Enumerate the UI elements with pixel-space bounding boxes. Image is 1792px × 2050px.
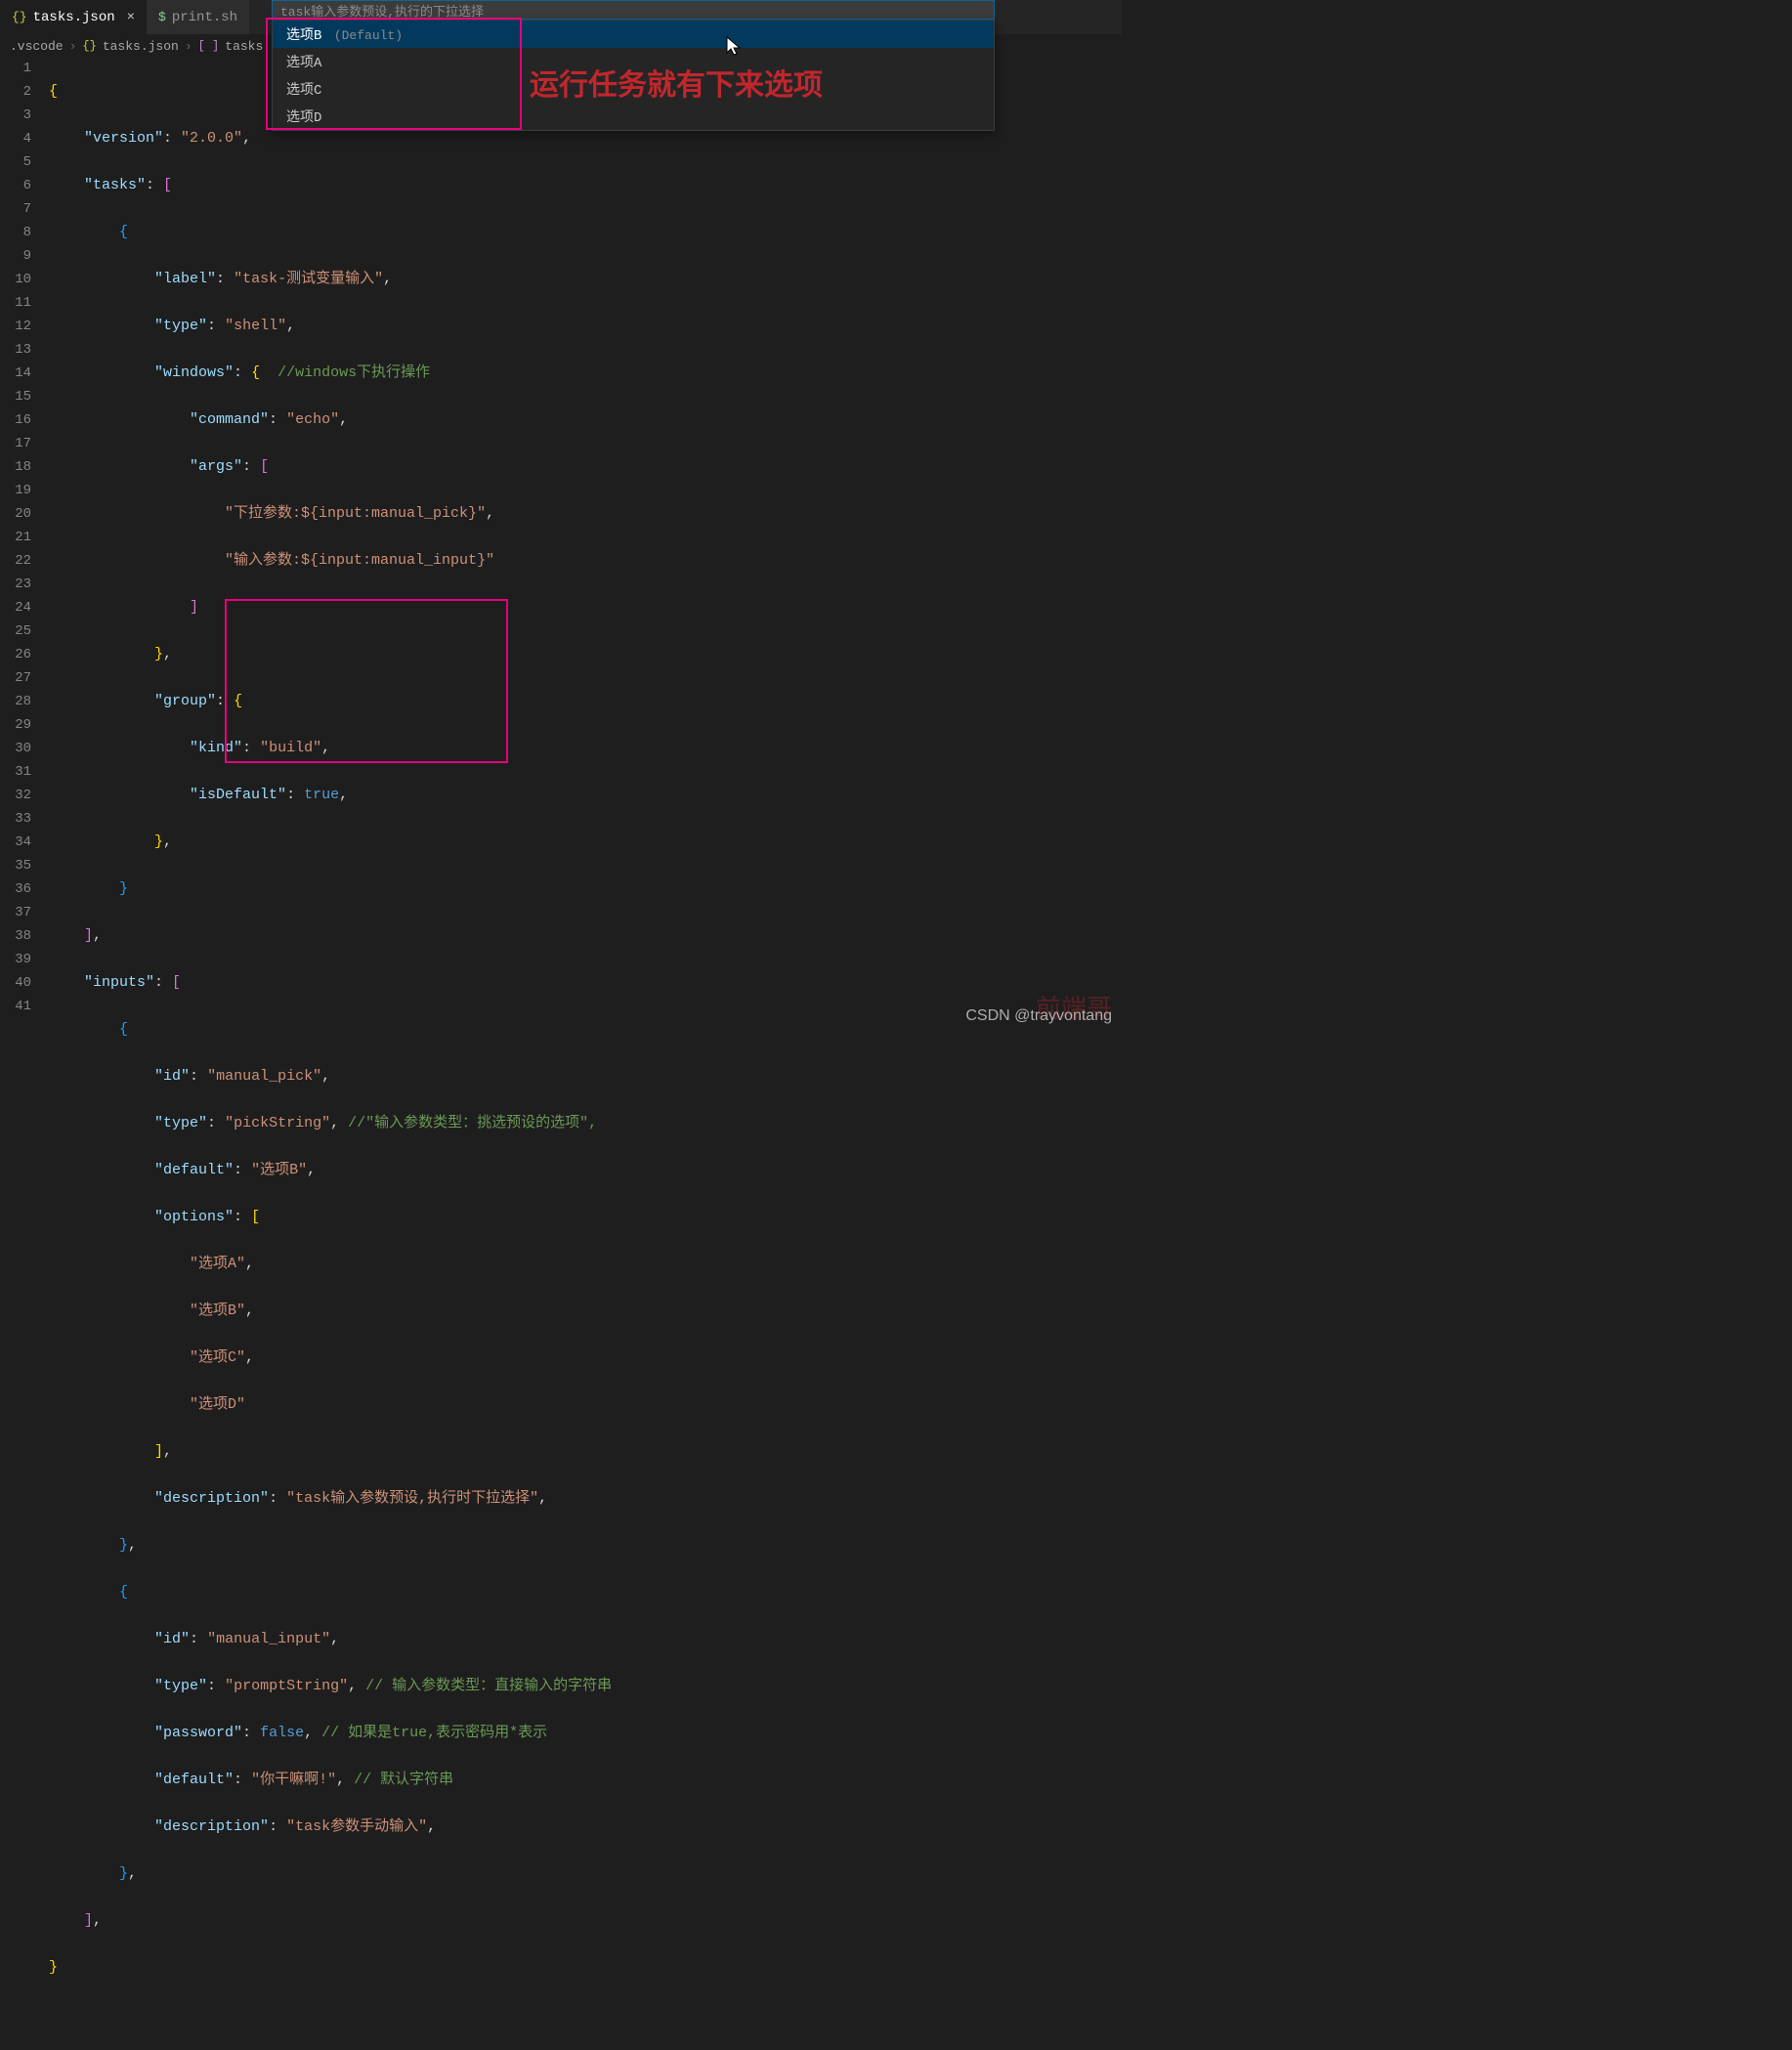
tab-tasks-json[interactable]: {} tasks.json × <box>0 0 147 34</box>
item-label: 选项A <box>286 56 321 71</box>
chevron-right-icon: › <box>185 39 192 54</box>
close-icon[interactable]: × <box>127 10 135 25</box>
tab-print-sh[interactable]: $ print.sh <box>147 0 249 34</box>
default-tag: (Default) <box>334 28 403 43</box>
array-icon: [ ] <box>198 39 220 53</box>
line-gutter: 12345678910 11121314151617181920 2122232… <box>0 57 49 2050</box>
breadcrumb-seg[interactable]: .vscode <box>10 39 64 54</box>
placeholder-text: task输入参数预设,执行的下拉选择 <box>280 1 484 20</box>
item-label: 选项C <box>286 83 321 99</box>
shell-icon: $ <box>158 10 166 24</box>
tab-label: tasks.json <box>33 10 115 25</box>
cursor-icon <box>725 35 745 59</box>
item-label: 选项D <box>286 110 321 126</box>
code-editor[interactable]: 12345678910 11121314151617181920 2122232… <box>0 57 1122 2050</box>
code-area[interactable]: { "version": "2.0.0", "tasks": [ { "labe… <box>49 57 1122 2050</box>
chevron-right-icon: › <box>69 39 77 54</box>
tab-label: print.sh <box>172 10 237 25</box>
json-icon: {} <box>12 10 27 24</box>
quick-pick-input[interactable]: task输入参数预设,执行的下拉选择 <box>272 0 995 20</box>
watermark: CSDN @trayvontang <box>965 1007 1112 1025</box>
breadcrumb-seg[interactable]: tasks <box>225 39 263 54</box>
quick-pick-item-b[interactable]: 选项B (Default) <box>273 21 994 48</box>
quick-pick-item-d[interactable]: 选项D <box>273 103 994 130</box>
json-icon: {} <box>82 39 96 53</box>
annotation-text: 运行任务就有下来选项 <box>530 61 823 104</box>
item-label: 选项B <box>286 28 321 44</box>
breadcrumb-seg[interactable]: tasks.json <box>103 39 179 54</box>
